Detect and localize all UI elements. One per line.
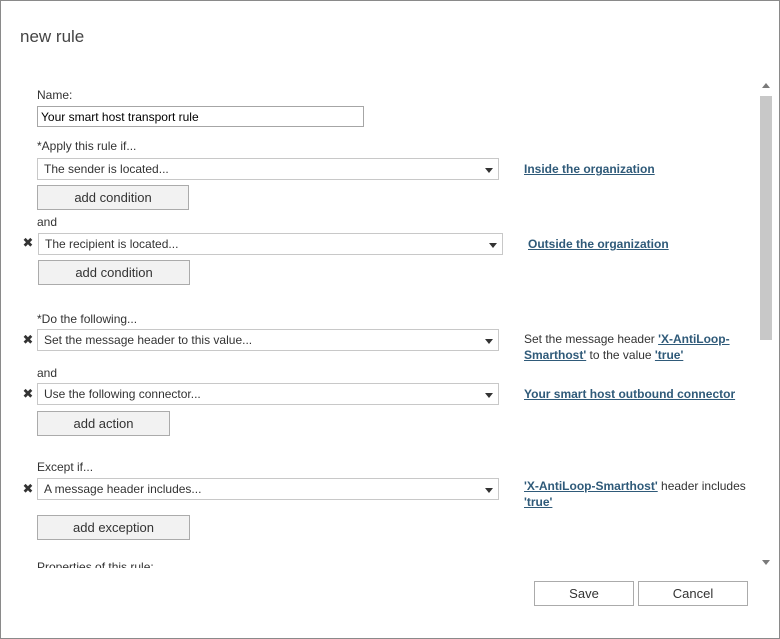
and-label: and — [37, 366, 58, 380]
do-following-label: *Do the following... — [37, 312, 138, 326]
save-button[interactable]: Save — [534, 581, 634, 606]
close-icon[interactable]: ✖ — [22, 236, 34, 250]
exception-dropdown-value: A message header includes... — [44, 482, 202, 496]
condition-dropdown-value: The sender is located... — [44, 162, 169, 176]
exception-value-link[interactable]: 'true' — [524, 495, 552, 509]
exception-description-middle: header includes — [657, 479, 746, 493]
chevron-down-icon — [485, 339, 493, 344]
add-condition-button[interactable]: add condition — [37, 185, 189, 210]
and-label: and — [37, 215, 58, 229]
action-description-middle: to the value — [586, 348, 655, 362]
scroll-down-icon[interactable] — [762, 560, 770, 565]
vertical-scrollbar[interactable] — [758, 80, 774, 568]
condition-dropdown-recipient[interactable]: The recipient is located... — [38, 233, 503, 255]
add-action-button[interactable]: add action — [37, 411, 170, 436]
name-input[interactable]: Your smart host transport rule — [37, 106, 364, 127]
outside-organization-link-text[interactable]: Outside the organization — [528, 237, 669, 251]
add-exception-button[interactable]: add exception — [37, 515, 190, 540]
action-description-prefix: Set the message header — [524, 332, 659, 346]
apply-rule-label: *Apply this rule if... — [37, 139, 137, 153]
chevron-down-icon — [485, 488, 493, 493]
condition-dropdown-sender[interactable]: The sender is located... — [37, 158, 499, 180]
outside-organization-link[interactable]: Outside the organization — [528, 237, 669, 251]
add-condition-button-2[interactable]: add condition — [38, 260, 190, 285]
exception-description: 'X-AntiLoop-Smarthost' header includes '… — [524, 478, 746, 510]
inside-organization-link[interactable]: Inside the organization — [524, 162, 655, 176]
header-value-link[interactable]: 'true' — [655, 348, 683, 362]
chevron-down-icon — [485, 168, 493, 173]
cancel-button[interactable]: Cancel — [638, 581, 748, 606]
dialog-title: new rule — [20, 27, 85, 46]
connector-link[interactable]: Your smart host outbound connector — [524, 387, 735, 401]
except-if-label: Except if... — [37, 460, 94, 474]
action-dropdown-connector[interactable]: Use the following connector... — [37, 383, 499, 405]
rule-form[interactable]: Name: Your smart host transport rule *Ap… — [0, 80, 760, 568]
close-icon[interactable]: ✖ — [22, 387, 34, 401]
action-dropdown-set-header[interactable]: Set the message header to this value... — [37, 329, 499, 351]
chevron-down-icon — [485, 393, 493, 398]
name-label: Name: — [37, 88, 73, 102]
condition-dropdown-value: The recipient is located... — [45, 237, 179, 251]
scroll-up-icon[interactable] — [762, 83, 770, 88]
close-icon[interactable]: ✖ — [22, 482, 34, 496]
exception-dropdown[interactable]: A message header includes... — [37, 478, 499, 500]
close-icon[interactable]: ✖ — [22, 333, 34, 347]
exception-header-link[interactable]: 'X-AntiLoop-Smarthost' — [524, 479, 658, 493]
scrollbar-thumb[interactable] — [760, 96, 772, 340]
action-dropdown-value: Set the message header to this value... — [44, 333, 253, 347]
connector-link-text[interactable]: Your smart host outbound connector — [524, 387, 735, 401]
action-description: Set the message header 'X-AntiLoop-Smart… — [524, 331, 739, 363]
properties-label: Properties of this rule: — [37, 560, 154, 568]
chevron-down-icon — [489, 243, 497, 248]
inside-organization-link-text[interactable]: Inside the organization — [524, 162, 655, 176]
action-dropdown-value: Use the following connector... — [44, 387, 201, 401]
